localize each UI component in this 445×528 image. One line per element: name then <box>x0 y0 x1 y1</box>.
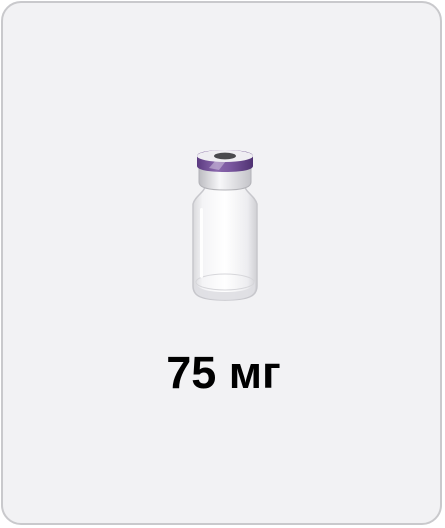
dose-label: 75 мг <box>166 347 281 398</box>
vial-icon <box>183 146 267 306</box>
dose-card[interactable]: 75 мг <box>1 1 442 525</box>
